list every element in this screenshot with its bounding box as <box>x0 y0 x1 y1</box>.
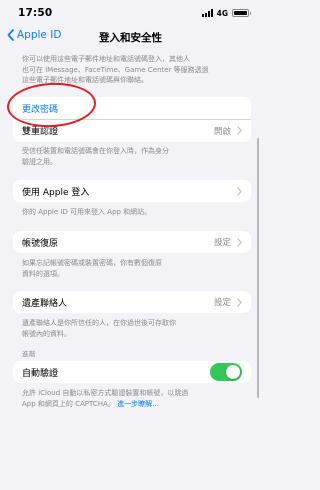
auto-verify-label: 自動驗證 <box>22 368 59 379</box>
navigation-bar: Apple ID 登入和安全性 <box>0 26 261 50</box>
intro-footer: 你可以使用這些電子郵件地址和電話號碼登入，其他人 也可在 iMessage、Fa… <box>0 54 261 86</box>
legacy-contact-footer: 遺產聯絡人是你所信任的人，在你過世後可存取你 帳號內的資料。 <box>0 318 261 339</box>
sign-in-with-apple-label: 使用 Apple 登入 <box>22 187 90 198</box>
footer-line: 允許 iCloud 自動以私密方式驗證裝置和帳號，以跳過 <box>22 389 189 397</box>
account-recovery-label: 帳號復原 <box>22 238 59 249</box>
auto-verify-toggle[interactable] <box>210 363 242 381</box>
sign-in-with-apple-footer: 你的 Apple ID 可用來登入 App 和網站。 <box>22 208 152 216</box>
footer-line: 驗證之用。 <box>22 157 57 166</box>
account-recovery-value: 設定 <box>213 238 231 248</box>
scroll-indicator[interactable] <box>256 138 259 398</box>
status-indicators: 4G <box>201 8 251 18</box>
auto-verify-row: 自動驗證 <box>13 361 251 383</box>
legacy-contact-row[interactable]: 遺產聯絡人 設定 <box>13 291 251 313</box>
footer-line: 資料的選項。 <box>22 269 64 278</box>
chevron-right-icon <box>237 126 242 135</box>
footer-line: App 和網頁上的 CAPTCHA。 <box>22 399 115 408</box>
change-password-row[interactable]: 更改密碼 <box>13 97 251 119</box>
two-factor-row[interactable]: 雙重認證 開啟 <box>13 120 251 142</box>
account-recovery-row[interactable]: 帳號復原 設定 <box>13 231 251 253</box>
learn-more-link[interactable]: 進一步瞭解… <box>117 400 159 408</box>
footer-line: 如果忘記帳號密碼或裝置密碼，你有數個復原 <box>22 259 162 267</box>
sign-in-with-apple-group: 使用 Apple 登入 <box>13 180 251 202</box>
status-time: 17:50 <box>18 7 53 19</box>
advanced-footer: 允許 iCloud 自動以私密方式驗證裝置和帳號，以跳過 App 和網頁上的 C… <box>0 388 261 409</box>
intro-footer-line: 這些電子郵件地址和電話號碼與你聯絡。 <box>22 76 148 84</box>
legacy-contact-label: 遺產聯絡人 <box>22 298 68 309</box>
intro-footer-line: 也可在 iMessage、FaceTime、Game Center 等服務透過 <box>22 65 209 74</box>
cellular-signal-icon <box>201 9 213 17</box>
page-title: 登入和安全性 <box>99 32 162 44</box>
legacy-contact-group: 遺產聯絡人 設定 <box>13 291 251 313</box>
advanced-section-header: 進階 <box>22 350 36 358</box>
network-type: 4G <box>216 8 228 18</box>
legacy-contact-value: 設定 <box>213 298 231 308</box>
account-recovery-footer: 如果忘記帳號密碼或裝置密碼，你有數個復原 資料的選項。 <box>0 258 261 279</box>
chevron-right-icon <box>237 186 242 196</box>
two-factor-value: 開啟 <box>213 126 231 137</box>
chevron-right-icon <box>237 237 242 247</box>
account-recovery-group: 帳號復原 設定 <box>13 231 251 253</box>
footer-line: 帳號內的資料。 <box>22 329 71 338</box>
status-bar: 17:50 4G <box>0 0 261 26</box>
two-factor-footer: 受信任裝置和電話號碼會在你登入時，作為身分 驗證之用。 <box>0 146 261 167</box>
advanced-group: 自動驗證 <box>13 361 251 383</box>
intro-footer-line: 你可以使用這些電子郵件地址和電話號碼登入，其他人 <box>22 55 190 63</box>
chevron-right-icon <box>237 297 242 307</box>
footer-line: 受信任裝置和電話號碼會在你登入時，作為身分 <box>22 147 169 155</box>
change-password-label: 更改密碼 <box>22 104 59 115</box>
two-factor-label: 雙重認證 <box>22 127 59 137</box>
sign-in-with-apple-row[interactable]: 使用 Apple 登入 <box>13 180 251 202</box>
footer-line-with-link: App 和網頁上的 CAPTCHA。 進一步瞭解… <box>22 399 239 410</box>
change-password-group: 更改密碼 雙重認證 開啟 <box>13 97 251 142</box>
footer-line: 遺產聯絡人是你所信任的人，在你過世後可存取你 <box>22 319 176 327</box>
battery-icon <box>232 9 251 17</box>
